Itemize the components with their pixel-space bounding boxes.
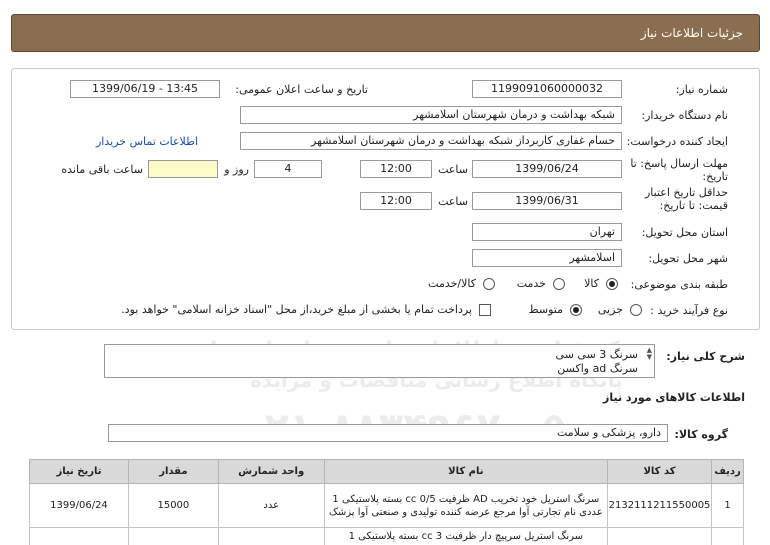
deadline-date-field: 1399/06/24: [472, 160, 622, 178]
category-label: طبقه بندی موضوعی:: [630, 278, 728, 291]
col-qty-header: مقدار: [127, 459, 219, 484]
category-option-goods: کالا: [584, 277, 599, 290]
validity-label-2: قیمت: تا تاریخ:: [659, 199, 728, 212]
col-date-header: تاریخ نیاز: [29, 459, 129, 484]
summary-label: شرح کلی نیاز:: [666, 350, 745, 363]
need-number-field: 1199091060000032: [472, 80, 622, 98]
validity-time-label: ساعت: [438, 195, 468, 208]
buyer-contact-link[interactable]: اطلاعات تماس خریدار: [96, 135, 198, 148]
row-date: 1399/06/24: [29, 483, 129, 528]
items-table: ردیف کد کالا نام کالا واحد شمارش مقدار ت…: [29, 459, 744, 545]
validity-label-1: حداقل تاریخ اعتبار: [644, 186, 728, 199]
process-label: نوع فرآیند خرید :: [650, 304, 728, 317]
city-label: شهر محل تحویل:: [648, 252, 728, 265]
page-header: جزئیات اطلاعات نیاز: [11, 14, 760, 52]
row-index: 1: [711, 483, 744, 528]
row-index: [711, 527, 744, 545]
row-unit: [217, 527, 325, 545]
row-date: [29, 527, 129, 545]
hours-remaining-field: [148, 160, 218, 178]
goods-group-label: گروه کالا:: [674, 428, 728, 441]
deadline-label-1: مهلت ارسال پاسخ: تا: [630, 157, 728, 170]
process-option-minor: جزیی: [597, 303, 623, 316]
process-option-medium: متوسط: [528, 303, 563, 316]
row-name: سرنگ استریل خود تخریب AD ظرفیت cc 0/5 بس…: [323, 483, 609, 528]
row-code: [607, 527, 713, 545]
goods-info-title: اطلاعات کالاهای مورد نیاز: [603, 391, 745, 404]
validity-date-field: 1399/06/31: [472, 192, 622, 210]
col-index-header: ردیف: [711, 459, 744, 484]
scroll-arrows-icon[interactable]: ▲ ▼: [647, 347, 652, 361]
hours-remaining-label: ساعت باقی مانده: [61, 163, 143, 176]
deadline-time-label: ساعت: [438, 163, 468, 176]
summary-box: سرنگ 3 سی سی سرنگ ad واکسن ▲ ▼: [104, 344, 655, 378]
category-radio-goods-service[interactable]: [483, 278, 495, 290]
city-field: اسلامشهر: [472, 249, 622, 267]
process-radio-minor[interactable]: [630, 304, 642, 316]
summary-line-2: سرنگ ad واکسن: [557, 362, 638, 375]
summary-line-1: سرنگ 3 سی سی: [555, 348, 638, 361]
treasury-payment-note: پرداخت تمام یا بخشی از مبلغ خرید،از محل …: [121, 303, 472, 316]
buyer-org-field: شبکه بهداشت و درمان شهرستان اسلامشهر: [240, 106, 622, 124]
table-header-row: ردیف کد کالا نام کالا واحد شمارش مقدار ت…: [29, 459, 744, 484]
category-option-service: خدمت: [516, 277, 546, 290]
deadline-label-2: تاریخ:: [702, 170, 728, 183]
row-qty: 15000: [127, 483, 219, 528]
announce-field: 1399/06/19 - 13:45: [70, 80, 220, 98]
table-row: 1 2132111211550005 سرنگ استریل خود تخریب…: [29, 483, 744, 528]
announce-label: تاریخ و ساعت اعلان عمومی:: [235, 83, 368, 96]
category-radio-service[interactable]: [553, 278, 565, 290]
creator-label: ایجاد کننده درخواست:: [626, 135, 728, 148]
row-unit: عدد: [217, 483, 325, 528]
page-title: جزئیات اطلاعات نیاز: [640, 26, 743, 40]
creator-field: حسام غفاری کاربرداز شبکه بهداشت و درمان …: [240, 132, 622, 150]
need-number-label: شماره نیاز:: [675, 83, 728, 96]
province-field: تهران: [472, 223, 622, 241]
days-label: روز و: [224, 163, 249, 176]
goods-group-field: دارو، پزشکی و سلامت: [108, 424, 668, 442]
treasury-payment-checkbox[interactable]: [479, 304, 491, 316]
col-unit-header: واحد شمارش: [217, 459, 325, 484]
days-remaining-field: 4: [254, 160, 322, 178]
col-code-header: کد کالا: [607, 459, 713, 484]
process-radio-medium[interactable]: [570, 304, 582, 316]
buyer-org-label: نام دستگاه خریدار:: [641, 109, 728, 122]
deadline-time-field: 12:00: [360, 160, 432, 178]
category-option-goods-service: کالا/خدمت: [428, 277, 476, 290]
col-name-header: نام کالا: [323, 459, 609, 484]
row-qty: [127, 527, 219, 545]
table-row: سرنگ استریل سرپیچ دار ظرفیت cc 3 بسته پل…: [29, 527, 744, 545]
row-name: سرنگ استریل سرپیچ دار ظرفیت cc 3 بسته پل…: [323, 527, 609, 545]
province-label: استان محل تحویل:: [641, 226, 728, 239]
category-radio-goods[interactable]: [606, 278, 618, 290]
row-code: 2132111211550005: [607, 483, 713, 528]
validity-time-field: 12:00: [360, 192, 432, 210]
